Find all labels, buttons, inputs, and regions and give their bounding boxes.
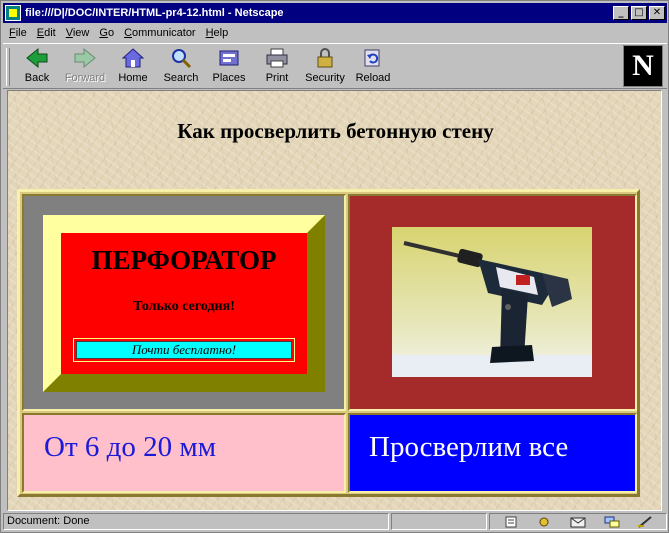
back-label: Back <box>24 72 50 84</box>
home-label: Home <box>118 72 148 84</box>
menu-communicator-accel: C <box>124 27 133 39</box>
ad-badge: Почти бесплатно! <box>76 341 292 359</box>
layout-table: ПЕРФОРАТОР Только сегодня! Почти бесплат… <box>17 189 640 497</box>
status-component-bar <box>489 513 667 530</box>
menu-go-rest: o <box>107 27 115 39</box>
window-title: file:///D|/DOC/INTER/HTML-pr4-12.html - … <box>25 7 284 19</box>
print-icon <box>266 48 288 68</box>
menu-file-accel: F <box>9 27 16 39</box>
size-range-text: От 6 до 20 мм <box>44 431 217 463</box>
menu-bar: File Edit View Go Communicator Help <box>3 24 667 42</box>
navigator-icon[interactable] <box>536 516 552 528</box>
title-bar[interactable]: file:///D|/DOC/INTER/HTML-pr4-12.html - … <box>3 3 667 23</box>
status-progress-pane <box>391 513 487 530</box>
security-label: Security <box>305 72 345 84</box>
size-cell: От 6 до 20 мм <box>22 413 346 493</box>
menu-view-accel: V <box>65 27 73 39</box>
minimize-button[interactable]: _ <box>613 6 629 20</box>
netscape-logo[interactable]: N <box>623 45 663 87</box>
menu-file[interactable]: File <box>9 27 27 39</box>
drill-all-text: Просверлим все <box>369 431 569 463</box>
status-bar: Document: Done <box>3 513 667 531</box>
ad-badge-frame: Почти бесплатно! <box>73 338 295 362</box>
menu-edit-rest: dit <box>44 27 56 39</box>
menu-communicator-rest: ommunicator <box>132 27 196 39</box>
page-heading: Как просверлить бетонную стену <box>177 119 494 143</box>
close-button[interactable]: ✕ <box>649 6 665 20</box>
forward-label: Forward <box>64 72 106 84</box>
reload-button[interactable]: Reload <box>349 44 397 88</box>
ad-bevel-frame: ПЕРФОРАТОР Только сегодня! Почти бесплат… <box>43 215 325 392</box>
menu-file-rest: ile <box>15 27 27 39</box>
navigation-toolbar: Back Forward Home Search Places Print Se… <box>3 43 667 89</box>
places-label: Places <box>212 72 246 84</box>
print-button[interactable]: Print <box>253 44 301 88</box>
drill-cell: Просверлим все <box>348 413 637 493</box>
page-content[interactable]: Как просверлить бетонную стену ПЕРФОРАТО… <box>7 90 662 511</box>
browser-window: file:///D|/DOC/INTER/HTML-pr4-12.html - … <box>0 0 669 533</box>
discussions-icon[interactable] <box>604 516 620 528</box>
toolbar-grip[interactable] <box>6 48 10 86</box>
menu-help[interactable]: Help <box>206 27 229 39</box>
ad-panel: ПЕРФОРАТОР Только сегодня! Почти бесплат… <box>61 233 307 374</box>
image-cell <box>348 194 637 411</box>
places-button[interactable]: Places <box>205 44 253 88</box>
security-button[interactable]: Security <box>301 44 349 88</box>
menu-help-rest: elp <box>213 27 229 39</box>
back-arrow-icon <box>26 47 48 69</box>
maximize-button[interactable]: □ <box>631 6 647 20</box>
forward-button[interactable]: Forward <box>61 44 109 88</box>
ad-cell: ПЕРФОРАТОР Только сегодня! Почти бесплат… <box>22 194 346 411</box>
reload-icon <box>364 49 380 67</box>
back-button[interactable]: Back <box>13 44 61 88</box>
netscape-window-icon[interactable] <box>5 5 21 21</box>
places-icon <box>219 50 239 66</box>
composer-icon[interactable] <box>637 515 653 528</box>
page-info-icon[interactable] <box>503 516 519 528</box>
menu-go[interactable]: Go <box>99 27 114 39</box>
search-button[interactable]: Search <box>157 44 205 88</box>
menu-view-rest: iew <box>72 27 90 39</box>
security-lock-icon <box>317 48 333 68</box>
menu-help-accel: H <box>205 27 214 39</box>
forward-arrow-icon <box>74 47 96 69</box>
hammer-drill-image <box>392 227 592 377</box>
reload-label: Reload <box>355 72 391 84</box>
mail-icon[interactable] <box>570 516 586 528</box>
print-label: Print <box>265 72 289 84</box>
menu-communicator[interactable]: Communicator <box>124 27 196 39</box>
menu-go-accel: G <box>99 27 108 39</box>
ad-subtitle: Только сегодня! <box>133 299 235 314</box>
ad-title: ПЕРФОРАТОР <box>91 245 277 275</box>
search-label: Search <box>163 72 199 84</box>
menu-edit[interactable]: Edit <box>37 27 56 39</box>
search-icon <box>172 49 192 69</box>
menu-edit-accel: E <box>36 27 45 39</box>
home-button[interactable]: Home <box>109 44 157 88</box>
menu-view[interactable]: View <box>66 27 90 39</box>
home-icon <box>121 48 145 68</box>
status-text: Document: Done <box>3 513 389 530</box>
